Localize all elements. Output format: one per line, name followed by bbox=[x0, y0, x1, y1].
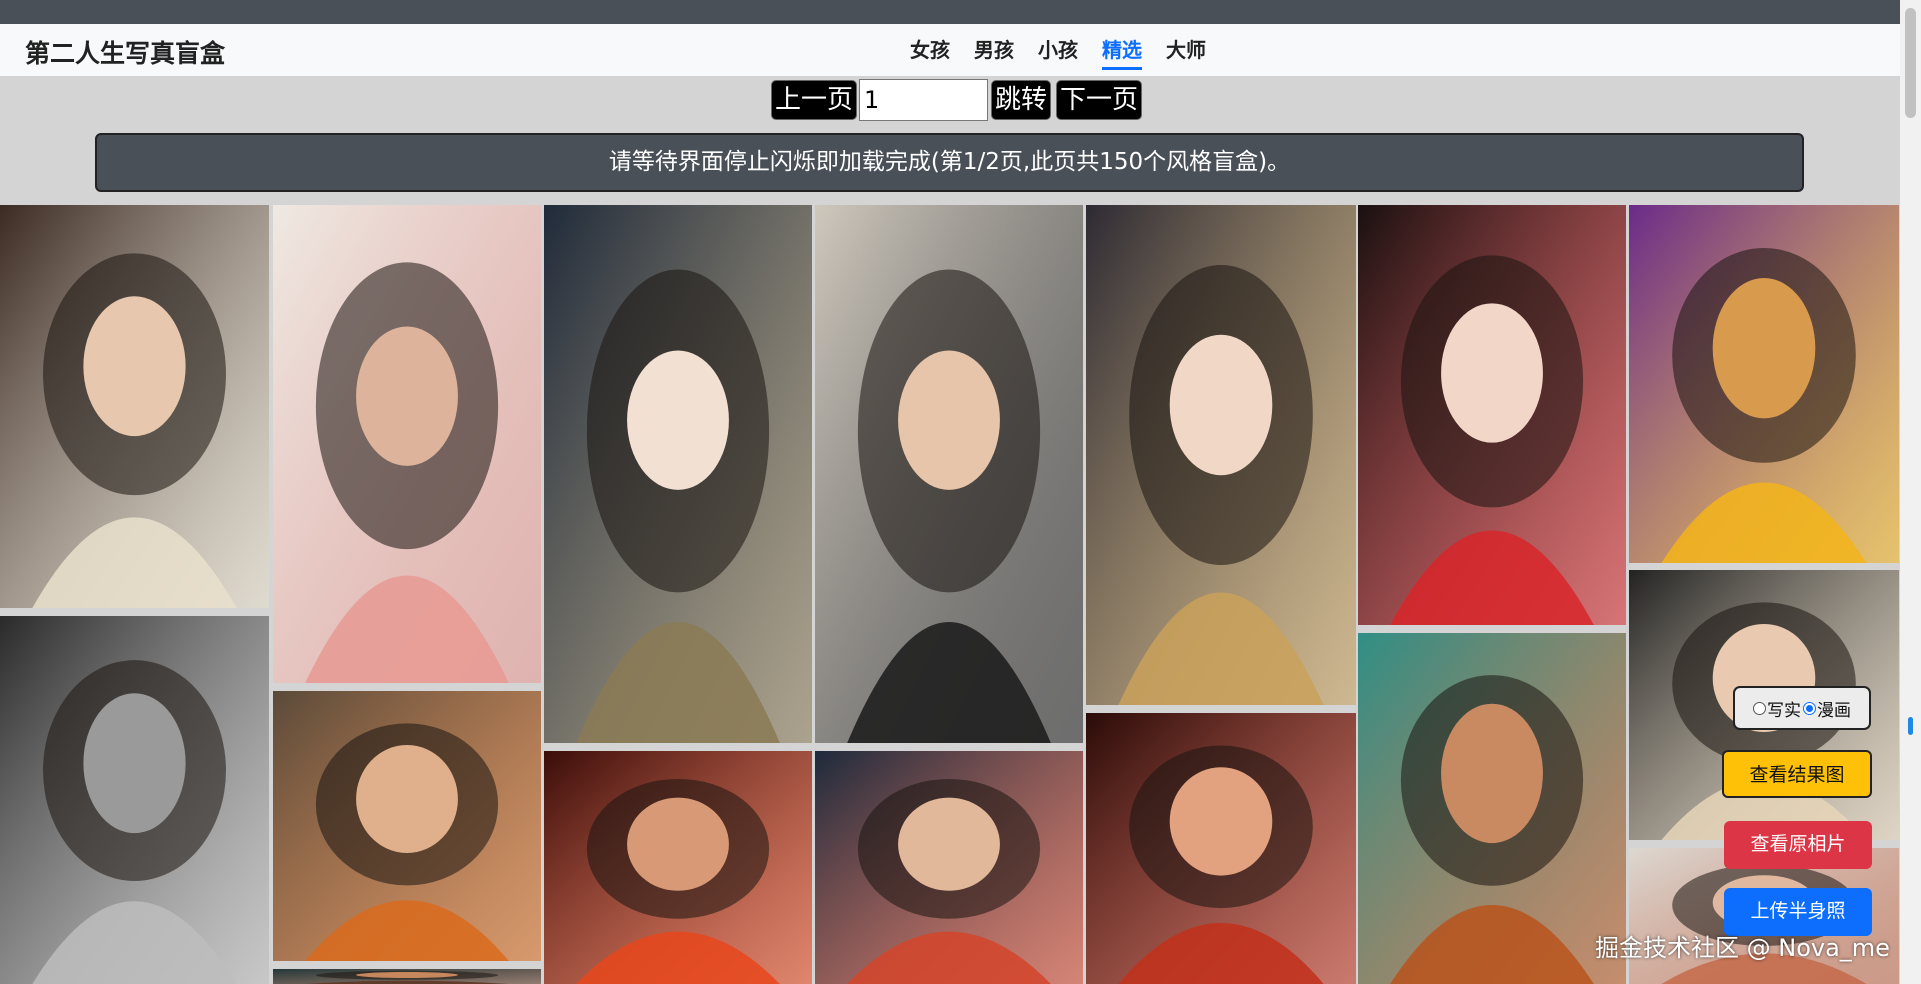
mode-comic-label: 漫画 bbox=[1817, 700, 1851, 721]
anime-witch-give-me[interactable] bbox=[544, 205, 812, 743]
tile-artwork bbox=[1358, 633, 1626, 984]
tile-artwork bbox=[0, 616, 269, 984]
tile-artwork bbox=[0, 205, 269, 608]
poster-cowboy-horse[interactable] bbox=[1629, 205, 1899, 563]
pager: 上一页 跳转 下一页 bbox=[771, 79, 1143, 121]
tile-artwork bbox=[273, 205, 541, 683]
tile-artwork bbox=[1629, 205, 1899, 563]
top-strip bbox=[0, 0, 1900, 24]
nav-item-kids[interactable]: 小孩 bbox=[1038, 34, 1078, 70]
page-scrollbar[interactable] bbox=[1900, 0, 1921, 984]
prev-page-button[interactable]: 上一页 bbox=[771, 80, 858, 120]
painting-woman-butterfly[interactable] bbox=[815, 205, 1083, 743]
page-number-input[interactable] bbox=[859, 79, 989, 121]
radio-comic[interactable] bbox=[1803, 701, 1816, 715]
tile-artwork bbox=[815, 205, 1083, 743]
tile-artwork bbox=[815, 751, 1083, 984]
painting-woman-pink-kimono[interactable] bbox=[273, 205, 541, 683]
tile-artwork bbox=[1358, 205, 1626, 625]
nav-item-featured[interactable]: 精选 bbox=[1102, 34, 1142, 70]
photo-woman-floral-blue[interactable] bbox=[815, 751, 1083, 984]
jump-button[interactable]: 跳转 bbox=[991, 80, 1052, 120]
photo-woman-closeup-teal[interactable] bbox=[273, 969, 541, 984]
photo-gallery bbox=[0, 205, 1900, 984]
photo-woman-bw-closeup[interactable] bbox=[0, 616, 269, 984]
view-original-button[interactable]: 查看原相片 bbox=[1724, 821, 1872, 869]
tile-artwork bbox=[544, 751, 812, 984]
nav-menu: 女孩 男孩 小孩 精选 大师 bbox=[910, 34, 1230, 70]
nav-item-girls[interactable]: 女孩 bbox=[910, 34, 950, 70]
next-page-button[interactable]: 下一页 bbox=[1056, 80, 1143, 120]
style-mode-toggle: 写实 漫画 bbox=[1733, 686, 1871, 730]
watermark: 掘金技术社区 @ Nova_me bbox=[1595, 934, 1890, 962]
tile-artwork bbox=[1086, 205, 1356, 705]
tile-artwork bbox=[273, 969, 541, 984]
photo-woman-vintage-dress[interactable] bbox=[0, 205, 269, 608]
photo-woman-orange-hair[interactable] bbox=[273, 691, 541, 961]
tile-artwork bbox=[1086, 713, 1356, 984]
view-result-button[interactable]: 查看结果图 bbox=[1722, 750, 1872, 798]
tile-artwork bbox=[544, 205, 812, 743]
tile-artwork bbox=[273, 691, 541, 961]
header-bar: 第二人生写真盲盒 女孩 男孩 小孩 精选 大师 bbox=[0, 24, 1900, 76]
scrollbar-thumb[interactable] bbox=[1905, 8, 1916, 118]
loading-notice: 请等待界面停止闪烁即加载完成(第1/2页,此页共150个风格盲盒)。 bbox=[95, 133, 1804, 192]
brand-title[interactable]: 第二人生写真盲盒 bbox=[25, 34, 225, 70]
photo-woman-red-neon[interactable] bbox=[544, 751, 812, 984]
anime-woman-red-dragon[interactable] bbox=[1086, 713, 1356, 984]
nav-item-masters[interactable]: 大师 bbox=[1166, 34, 1206, 70]
mode-realistic-label: 写实 bbox=[1767, 700, 1801, 721]
painting-woman-venice[interactable] bbox=[1358, 633, 1626, 984]
anime-girl-red-parasol[interactable] bbox=[1358, 205, 1626, 625]
radio-realistic[interactable] bbox=[1753, 701, 1766, 715]
scroll-position-marker bbox=[1908, 717, 1913, 735]
anime-girl-crown-hat[interactable] bbox=[1086, 205, 1356, 705]
nav-item-boys[interactable]: 男孩 bbox=[974, 34, 1014, 70]
